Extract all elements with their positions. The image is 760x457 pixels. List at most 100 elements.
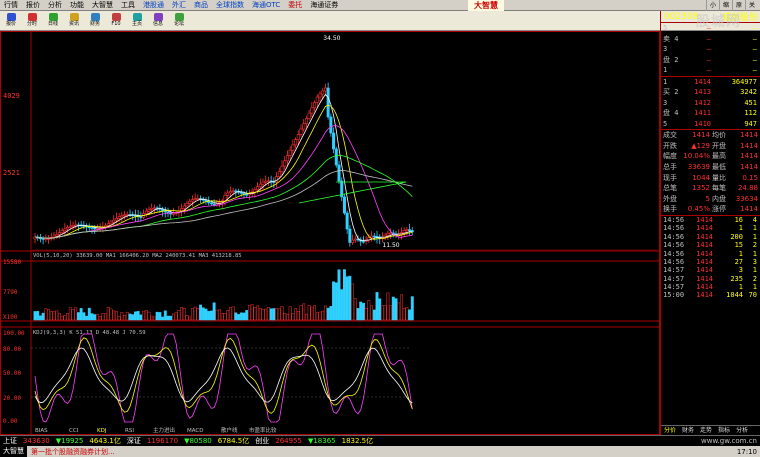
- window-control-2[interactable]: 原: [731, 0, 745, 11]
- menu-item-1[interactable]: 报价: [22, 0, 44, 11]
- candle-body: [302, 123, 306, 130]
- candle-body: [361, 240, 365, 243]
- sell-row-4[interactable]: 1 — —: [661, 65, 760, 76]
- tick-row-1[interactable]: 14:56 1414 1 1: [661, 224, 760, 232]
- volume-bar: [117, 316, 121, 321]
- window-control-0[interactable]: 小: [705, 0, 719, 11]
- tick-row-9[interactable]: 15:00 1414 1044 70: [661, 291, 760, 299]
- volume-bar: [256, 305, 260, 321]
- chart-area[interactable]: 4029 2521 34.50 11.50 VOL(5,10,20) 33639.00 …: [0, 31, 660, 435]
- buy-row-0[interactable]: 1 1414 364977: [661, 77, 760, 88]
- panel-tab-0[interactable]: 分价: [661, 426, 679, 435]
- candle-body: [351, 239, 355, 243]
- buy-row-2[interactable]: 3 1412 451: [661, 98, 760, 109]
- panel-tab-1[interactable]: 财务: [679, 426, 697, 435]
- kdj-legend: KDJ(9,3,3) K 51.13 D 48.48 J 70.59: [33, 330, 146, 336]
- menu-item-2[interactable]: 分析: [44, 0, 66, 11]
- panel-tab-4[interactable]: 分析: [733, 426, 751, 435]
- volume-bar: [351, 283, 355, 321]
- toolbar-button-4[interactable]: 财务: [85, 12, 105, 30]
- quote-key: 每笔: [712, 184, 726, 193]
- volume-bar: [201, 307, 205, 321]
- tick-row-6[interactable]: 14:57 1414 3 1: [661, 266, 760, 274]
- toolbar-button-5[interactable]: F10: [106, 12, 126, 30]
- buy-row-4[interactable]: 5 1410 947: [661, 119, 760, 130]
- tick-count: 70: [748, 291, 757, 300]
- volume-bar: [171, 313, 175, 321]
- info-message[interactable]: 第一批个股融资融券计划...: [27, 447, 115, 457]
- candle-body: [261, 181, 265, 185]
- menu-item-11[interactable]: 委托: [284, 0, 306, 11]
- tick-price: 1414: [696, 215, 713, 224]
- volume-bar: [307, 305, 311, 321]
- tick-volume: 1: [738, 249, 743, 258]
- tick-row-7[interactable]: 14:57 1414 235 2: [661, 274, 760, 283]
- toolbar-label: 信息: [152, 20, 163, 27]
- toolbar-button-3[interactable]: 资讯: [64, 12, 84, 30]
- menu-item-0[interactable]: 行情: [0, 0, 22, 11]
- volume-bar: [242, 312, 246, 321]
- menu-item-10[interactable]: 海通OTC: [248, 0, 284, 11]
- tick-row-8[interactable]: 14:57 1414 1 1: [661, 283, 760, 291]
- toolbar-icon-8: [174, 12, 184, 21]
- sell-label: 1: [663, 66, 668, 75]
- kdj-axis-label-3: 20.00: [3, 395, 21, 402]
- toolbar-button-0[interactable]: 报价: [1, 12, 21, 30]
- panel-tab-3[interactable]: 指标: [715, 426, 733, 435]
- sell-row-3[interactable]: 盘 2 — —: [661, 55, 760, 66]
- candle-body: [144, 210, 148, 214]
- candle-body: [212, 203, 216, 206]
- tick-row-0[interactable]: 14:56 1414 16 4: [661, 216, 760, 224]
- candle-body: [215, 203, 219, 206]
- menu-item-5[interactable]: 工具: [117, 0, 139, 11]
- volume-bar: [144, 310, 148, 321]
- kline-chart-svg[interactable]: 4029 2521 34.50 11.50 VOL(5,10,20) 33639.00 …: [1, 32, 659, 434]
- tick-row-5[interactable]: 14:56 1414 27 3: [661, 258, 760, 266]
- menu-item-6[interactable]: 港股通: [139, 0, 168, 11]
- tick-count: 3: [752, 257, 757, 266]
- toolbar-button-2[interactable]: 日线: [43, 12, 63, 30]
- menu-item-7[interactable]: 外汇: [168, 0, 190, 11]
- tick-row-3[interactable]: 14:56 1414 15 2: [661, 241, 760, 249]
- quote-value: 1414: [740, 141, 758, 150]
- menu-item-4[interactable]: 大智慧: [88, 0, 117, 11]
- sell-row-2[interactable]: 3 — —: [661, 44, 760, 55]
- window-control-1[interactable]: 缩: [718, 0, 732, 11]
- buy-row-1[interactable]: 买 2 1413 3242: [661, 87, 760, 98]
- panel-tab-2[interactable]: 走势: [697, 426, 715, 435]
- tick-list[interactable]: 14:56 1414 16 4 14:56 1414 1 1 14:56 1414 200 1 14:5…: [661, 216, 760, 300]
- tick-time: 14:56: [663, 257, 685, 266]
- menu-item-3[interactable]: 功能: [66, 0, 88, 11]
- volume-bar: [106, 306, 110, 321]
- menu-item-9[interactable]: 全球指数: [212, 0, 248, 11]
- sell-row-1[interactable]: 卖 4 — —: [661, 34, 760, 45]
- tick-volume: 1: [738, 283, 743, 292]
- buy-price: 1413: [694, 88, 711, 97]
- candle-body: [95, 227, 99, 230]
- tick-count: 1: [752, 266, 757, 275]
- menu-item-8[interactable]: 商品: [190, 0, 212, 11]
- buy-row-3[interactable]: 盘 4 1411 112: [661, 108, 760, 119]
- quote-value: 10.04%: [683, 152, 710, 161]
- toolbar-button-6[interactable]: 主页: [127, 12, 147, 30]
- volume-bar: [38, 315, 42, 321]
- tick-row-2[interactable]: 14:56 1414 200 1: [661, 233, 760, 241]
- candle-body: [147, 209, 151, 212]
- volume-bar: [182, 308, 186, 321]
- candle-body: [106, 223, 110, 226]
- volume-bar: [375, 292, 379, 321]
- toolbar-button-1[interactable]: 分时: [22, 12, 42, 30]
- toolbar-button-7[interactable]: 信息: [148, 12, 168, 30]
- sell-label: 5: [663, 24, 668, 33]
- volume-bar: [321, 310, 325, 321]
- kdj-axis-label-0: 100.00: [3, 330, 25, 337]
- indicator-tab-3: RSI: [125, 428, 134, 434]
- window-control-3[interactable]: 关: [744, 0, 758, 11]
- tick-row-4[interactable]: 14:56 1414 1 1: [661, 249, 760, 258]
- toolbar-button-8[interactable]: 论坛: [169, 12, 189, 30]
- toolbar-label: 财务: [89, 20, 100, 27]
- volume-bar: [114, 311, 118, 321]
- menu-item-12[interactable]: 海通证券: [306, 0, 342, 11]
- volume-bar: [380, 305, 384, 321]
- buy-price: 1410: [694, 119, 711, 128]
